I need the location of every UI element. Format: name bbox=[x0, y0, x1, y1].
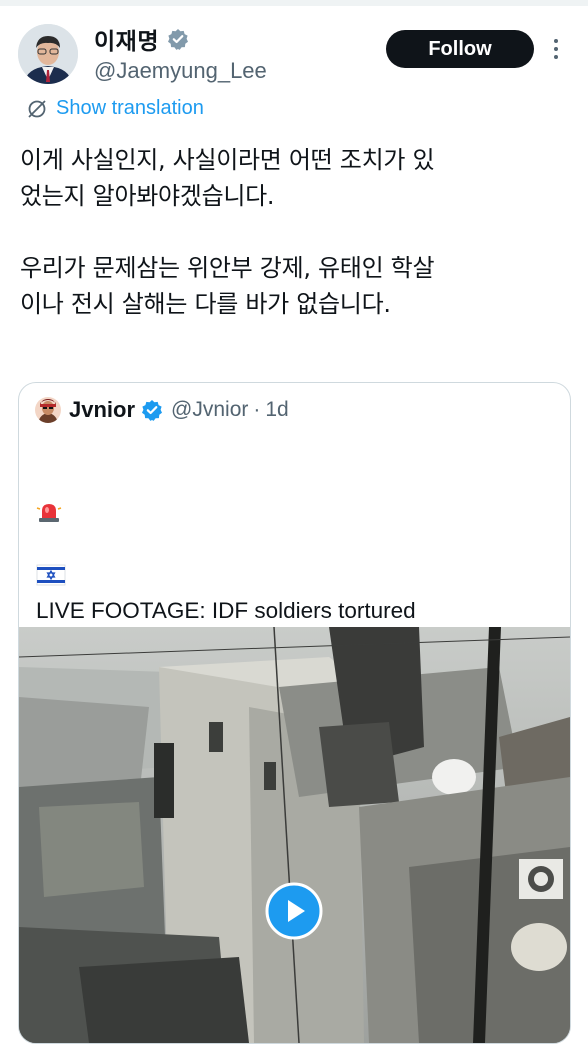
follow-button[interactable]: Follow bbox=[386, 30, 534, 68]
author-handle[interactable]: @Jaemyung_Lee bbox=[94, 58, 267, 84]
translate-icon bbox=[28, 99, 46, 118]
israel-flag-emoji bbox=[36, 532, 66, 595]
gray-verified-badge-icon[interactable] bbox=[167, 28, 189, 50]
video-thumbnail bbox=[19, 627, 570, 1043]
author-avatar[interactable] bbox=[18, 24, 78, 84]
meta-separator: · bbox=[253, 398, 261, 421]
quoted-tweet-card[interactable]: Jvnior @Jvnior · 1d LIVE FOOTAGE: IDF so… bbox=[18, 382, 571, 1044]
play-icon[interactable] bbox=[265, 882, 323, 940]
quoted-author-handle[interactable]: @Jvnior bbox=[171, 398, 248, 422]
more-vertical-icon[interactable] bbox=[550, 36, 562, 62]
quoted-author-name[interactable]: Jvnior bbox=[69, 397, 135, 423]
top-divider bbox=[0, 0, 588, 6]
show-translation-label: Show translation bbox=[56, 97, 204, 119]
tweet-text: 이게 사실인지, 사실이라면 어떤 조치가 있 었는지 알아봐야겠습니다. 우리… bbox=[20, 146, 435, 318]
quoted-tweet-timestamp[interactable]: 1d bbox=[265, 398, 288, 422]
quoted-author-avatar[interactable] bbox=[35, 397, 61, 423]
rotating-light-emoji bbox=[36, 469, 62, 532]
author-name-row: 이재명 bbox=[94, 22, 189, 56]
author-display-name[interactable]: 이재명 bbox=[94, 22, 159, 56]
blue-verified-badge-icon[interactable] bbox=[141, 399, 163, 421]
quoted-tweet-header: Jvnior @Jvnior · 1d bbox=[35, 397, 289, 423]
show-translation-link[interactable]: Show translation bbox=[26, 97, 204, 120]
quoted-tweet-video[interactable] bbox=[19, 627, 570, 1043]
